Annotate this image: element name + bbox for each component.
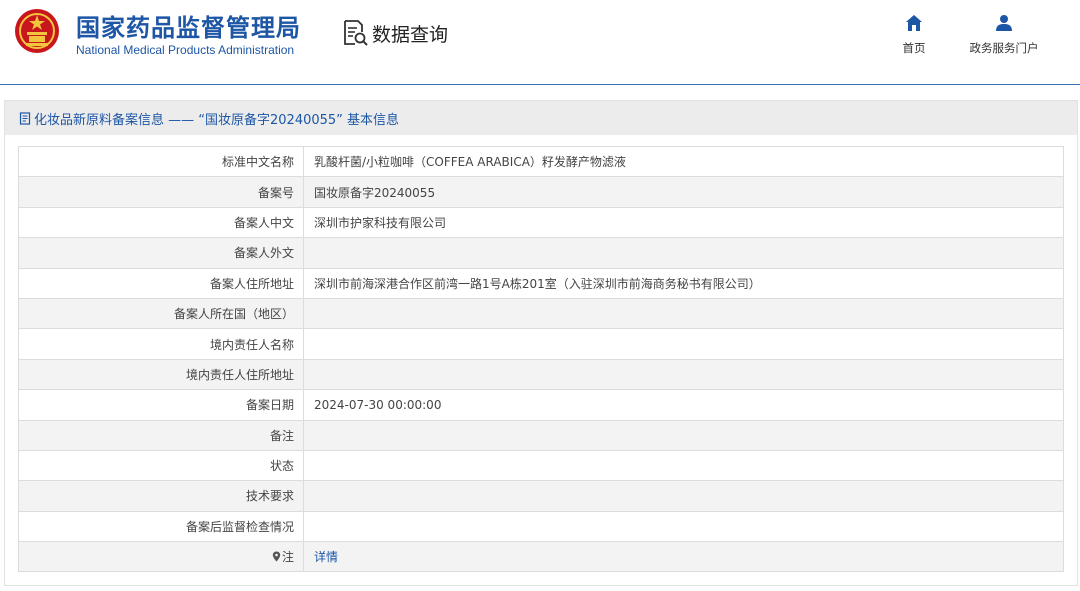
pin-icon xyxy=(272,551,281,562)
note-label-cell: 注 xyxy=(18,541,304,573)
org-name-en: National Medical Products Administration xyxy=(76,43,295,57)
nav-service-portal-label: 政务服务门户 xyxy=(969,41,1039,55)
org-name-cn: 国家药品监督管理局 xyxy=(76,14,301,42)
row-value: 深圳市前海深港合作区前湾一路1号A栋201室（入驻深圳市前海商务秘书有限公司） xyxy=(303,267,1064,299)
row-label: 技术要求 xyxy=(18,480,304,512)
table-row: 技术要求 xyxy=(18,480,1064,512)
row-label: 备案人中文 xyxy=(18,206,304,239)
row-value xyxy=(303,328,1064,360)
row-label: 备案后监督检查情况 xyxy=(18,510,304,543)
row-label: 备案人住所地址 xyxy=(18,267,304,299)
row-label: 备案号 xyxy=(18,176,304,208)
note-label: 注 xyxy=(281,550,294,565)
table-row: 备案人中文 深圳市护家科技有限公司 xyxy=(18,206,1064,239)
row-value xyxy=(303,480,1064,512)
site-header: 国家药品监督管理局 National Medical Products Admi… xyxy=(0,0,1080,84)
row-value xyxy=(303,358,1064,391)
row-value xyxy=(303,510,1064,543)
table-row: 备案人所在国（地区） xyxy=(18,297,1064,330)
document-icon xyxy=(19,111,31,125)
info-table: 标准中文名称 乳酸杆菌/小粒咖啡（COFFEA ARABICA）籽发酵产物滤液 … xyxy=(18,145,1064,573)
user-icon xyxy=(996,15,1012,31)
row-value: 2024-07-30 00:00:00 xyxy=(303,389,1064,421)
row-label: 状态 xyxy=(18,449,304,482)
table-row: 境内责任人名称 xyxy=(18,328,1064,360)
table-row: 备案人住所地址 深圳市前海深港合作区前湾一路1号A栋201室（入驻深圳市前海商务… xyxy=(18,267,1064,299)
row-label: 标准中文名称 xyxy=(18,145,304,178)
section-title: 数据查询 xyxy=(372,23,449,46)
row-value: 国妆原备字20240055 xyxy=(303,176,1064,208)
national-emblem-icon xyxy=(15,9,59,53)
header-divider xyxy=(0,84,1080,85)
row-label: 备案人所在国（地区） xyxy=(18,297,304,330)
details-link[interactable]: 详情 xyxy=(314,550,338,564)
table-row: 境内责任人住所地址 xyxy=(18,358,1064,391)
row-value xyxy=(303,237,1064,269)
panel-title: 化妆品新原料备案信息 —— “国妆原备字20240055” 基本信息 xyxy=(5,101,1077,135)
table-row: 备案后监督检查情况 xyxy=(18,510,1064,543)
row-value xyxy=(303,419,1064,451)
row-value: 乳酸杆菌/小粒咖啡（COFFEA ARABICA）籽发酵产物滤液 xyxy=(303,145,1064,178)
row-label: 境内责任人住所地址 xyxy=(18,358,304,391)
nav-home[interactable]: 首页 xyxy=(897,14,931,56)
table-row: 状态 xyxy=(18,449,1064,482)
document-search-icon xyxy=(344,20,368,46)
table-row: 备注 xyxy=(18,419,1064,451)
panel-title-text: 化妆品新原料备案信息 —— “国妆原备字20240055” 基本信息 xyxy=(34,112,400,128)
row-value: 深圳市护家科技有限公司 xyxy=(303,206,1064,239)
row-label: 备案日期 xyxy=(18,389,304,421)
note-value-cell: 详情 xyxy=(303,541,1064,573)
data-query-title: 数据查询 xyxy=(343,18,448,48)
nav-service-portal[interactable]: 政务服务门户 xyxy=(961,14,1047,56)
table-row: 标准中文名称 乳酸杆菌/小粒咖啡（COFFEA ARABICA）籽发酵产物滤液 xyxy=(18,145,1064,178)
home-icon xyxy=(906,15,922,31)
table-row-note: 注 详情 xyxy=(18,541,1064,573)
table-row: 备案号 国妆原备字20240055 xyxy=(18,176,1064,208)
row-label: 备注 xyxy=(18,419,304,451)
row-label: 境内责任人名称 xyxy=(18,328,304,360)
info-panel: 化妆品新原料备案信息 —— “国妆原备字20240055” 基本信息 标准中文名… xyxy=(4,100,1078,586)
table-row: 备案人外文 xyxy=(18,237,1064,269)
row-value xyxy=(303,297,1064,330)
row-value xyxy=(303,449,1064,482)
nav-home-label: 首页 xyxy=(902,41,926,55)
table-row: 备案日期 2024-07-30 00:00:00 xyxy=(18,389,1064,421)
row-label: 备案人外文 xyxy=(18,237,304,269)
